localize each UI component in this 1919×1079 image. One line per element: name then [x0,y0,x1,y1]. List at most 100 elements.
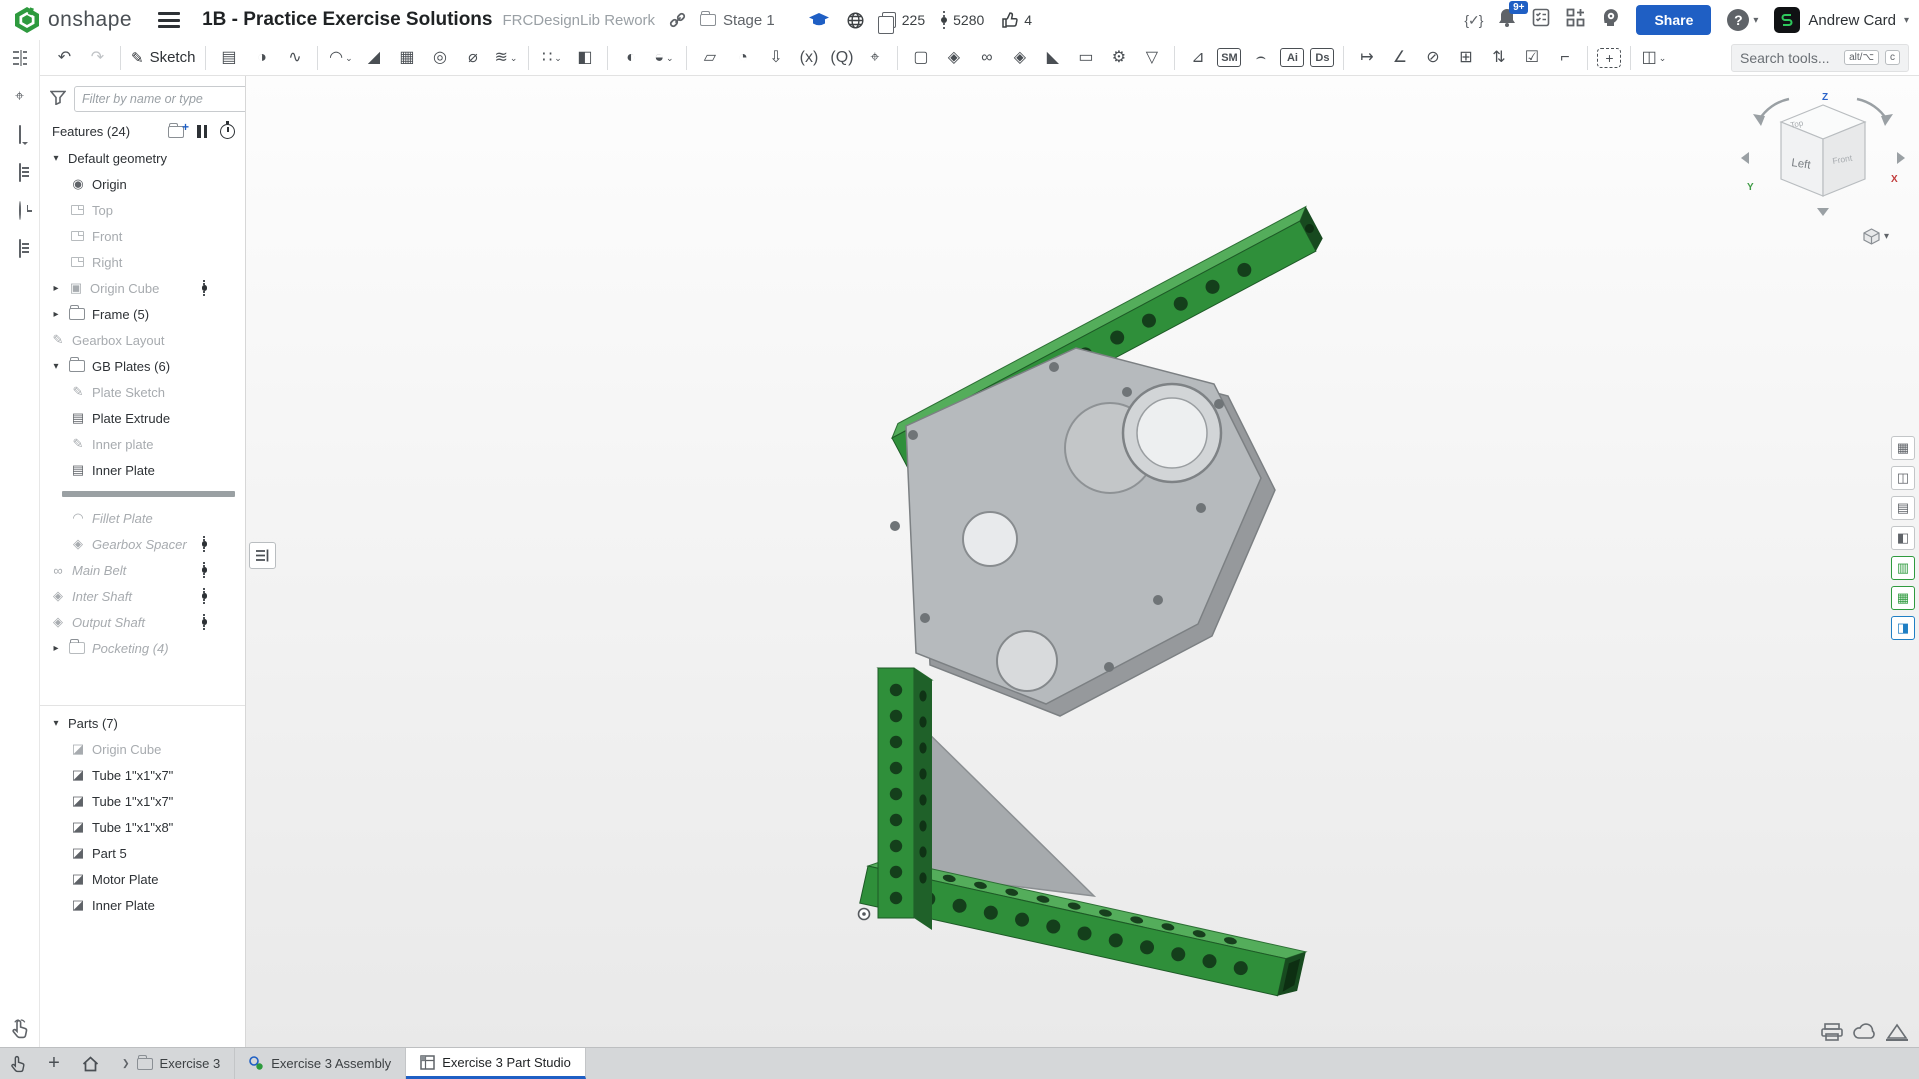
helix-icon[interactable]: ◔ [729,44,756,71]
custom-feature-icon[interactable]: ◈ [940,44,967,71]
filter-input[interactable] [74,86,246,112]
views-stat[interactable]: 5280 [943,11,984,29]
home-tab-icon[interactable] [72,1048,108,1079]
belt-tool-icon[interactable]: ∞ [973,44,1000,71]
ai-assistant-button[interactable] [1601,8,1620,32]
design-studio-icon[interactable]: Ds [1310,48,1334,67]
chevron-down-icon[interactable]: ⌄ [510,45,518,71]
feature-row-pocketing-folder[interactable]: ▸ Pocketing (4) [40,635,245,661]
configurations-panel-icon[interactable]: ◧ [1891,526,1915,550]
new-folder-icon[interactable] [168,126,184,138]
bom-panel-icon[interactable] [9,238,31,260]
part-row-inner-plate[interactable]: ◪ Inner Plate [40,892,245,918]
part-row-tube-1[interactable]: ◪ Tube 1"x1"x7" [40,762,245,788]
feature-list-panel-icon[interactable] [9,48,31,70]
chevron-collapsed-icon[interactable]: ▸ [50,283,62,294]
revolve-icon[interactable]: ◑ [248,44,275,71]
feature-row-default-geometry[interactable]: ▾ Default geometry [40,145,245,171]
materials-panel-icon[interactable]: ▦ [1891,586,1915,610]
feature-row-frame-folder[interactable]: ▸ Frame (5) [40,301,245,327]
export-icon[interactable]: ↦ [1353,44,1380,71]
feature-row-main-belt[interactable]: ∞ Main Belt [40,557,245,583]
feature-row-inner-plate-extrude[interactable]: ▤ Inner Plate [40,457,245,483]
part-row-motor-plate[interactable]: ◪ Motor Plate [40,866,245,892]
origin-marker-icon[interactable]: + [1597,48,1621,68]
sweep-icon[interactable]: ∿ [281,44,308,71]
help-menu[interactable]: ? ▾ [1727,9,1758,31]
wire-icon[interactable]: ⌐ [1551,44,1578,71]
feature-row-inter-shaft[interactable]: ◈ Inter Shaft [40,583,245,609]
vertical-tube-part[interactable] [878,668,932,930]
loft-icon[interactable]: ≋⌄ [492,44,519,71]
import-icon[interactable]: ⇩ [762,44,789,71]
onshape-logo-icon[interactable] [12,5,42,35]
parts-header-row[interactable]: ▾ Parts (7) [40,710,245,736]
likes-stat[interactable]: 4 [1002,12,1032,28]
part-row-origin-cube[interactable]: ◪ Origin Cube [40,736,245,762]
section-view-icon[interactable]: ◫⌄ [1640,44,1667,71]
chevron-down-icon[interactable]: ⌄ [554,45,562,71]
render-quality-icon[interactable] [1853,1023,1875,1041]
extrude-icon[interactable]: ▤ [215,44,242,71]
chevron-expanded-icon[interactable]: ▾ [50,153,62,164]
named-views-panel-icon[interactable]: ◫ [1891,466,1915,490]
tab-exercise-3-assembly[interactable]: Exercise 3 Assembly [235,1048,406,1079]
overflow-indicator[interactable] [203,562,207,578]
primitive-icon[interactable]: ▢ [907,44,934,71]
rollback-bar[interactable] [62,491,235,497]
gear-tool-icon[interactable]: ⚙ [1105,44,1132,71]
feature-row-gearbox-spacer[interactable]: ◈ Gearbox Spacer [40,531,245,557]
view-cube[interactable]: Top Left Front Z X Y ▾ [1739,90,1907,262]
tube-tool-icon[interactable]: ▭ [1072,44,1099,71]
chevron-collapsed-icon[interactable]: ▸ [50,309,62,320]
graphics-viewport[interactable]: Top Left Front Z X Y ▾ ▦ ◫ ▤ ◧ ▥ ▦ ◨ [246,76,1919,1047]
chevron-down-icon[interactable]: ⌄ [666,45,674,71]
hole-icon[interactable]: ◎ [426,44,453,71]
copies-stat[interactable]: 225 [882,12,925,28]
feature-row-inner-plate-sketch[interactable]: ✎ Inner plate [40,431,245,457]
release-notes-button[interactable] [1532,8,1550,32]
feature-statistics-icon[interactable] [220,124,235,139]
delete-face-icon[interactable]: ⊘ [1419,44,1446,71]
main-menu-icon[interactable] [158,12,180,28]
undo-icon[interactable]: ↶ [51,44,78,71]
chevron-right-icon[interactable]: ❯ [122,1058,130,1069]
new-tab-button[interactable]: + [36,1048,72,1079]
linear-pattern-icon[interactable]: ∷⌄ [538,44,565,71]
filter-icon[interactable] [50,90,66,108]
sheet-metal-model-icon[interactable]: SM [1217,48,1241,67]
pan-mode-icon[interactable] [0,1048,36,1079]
feature-row-plate-sketch[interactable]: ✎ Plate Sketch [40,379,245,405]
public-stat[interactable] [847,12,864,29]
sketch-check-icon[interactable]: ☑ [1518,44,1545,71]
part-row-tube-2[interactable]: ◪ Tube 1"x1"x7" [40,788,245,814]
feature-row-origin-cube[interactable]: ▸ ▣ Origin Cube [40,275,245,301]
fillet-icon[interactable]: ◠⌄ [327,44,354,71]
transform-icon[interactable]: ⇅ [1485,44,1512,71]
bend-icon[interactable]: ∠ [1386,44,1413,71]
feature-row-fillet-plate[interactable]: ◠ Fillet Plate [40,505,245,531]
shaft-tool-icon[interactable]: ◈ [1006,44,1033,71]
chevron-down-icon[interactable]: ⌄ [1659,45,1667,71]
overflow-indicator[interactable] [203,280,207,296]
chevron-expanded-icon[interactable]: ▾ [50,718,62,729]
gusset-tool-icon[interactable]: ◣ [1039,44,1066,71]
feature-row-output-shaft[interactable]: ◈ Output Shaft [40,609,245,635]
print-preview-icon[interactable] [1821,1023,1843,1041]
mate-connector-icon[interactable]: ⌖ [861,44,888,71]
split-icon[interactable]: ◒⌄ [650,44,677,71]
frc-library-panel-icon[interactable]: ▥ [1891,556,1915,580]
mirror-icon[interactable]: ◧ [571,44,598,71]
model-3d[interactable] [246,76,1919,1047]
apps-button[interactable] [1566,8,1585,32]
tab-exercise-3-part-studio[interactable]: Exercise 3 Part Studio [406,1048,586,1079]
variable-table-icon[interactable]: (Q) [828,44,855,71]
chevron-collapsed-icon[interactable]: ▸ [50,643,62,654]
chevron-down-icon[interactable]: ⌄ [345,45,353,71]
notes-panel-icon[interactable] [9,162,31,184]
boolean-icon[interactable]: ◐ [617,44,644,71]
appearance-panel-icon[interactable]: ▦ [1891,436,1915,460]
variable-icon[interactable]: (x) [795,44,822,71]
feature-row-gearbox-layout[interactable]: ✎ Gearbox Layout [40,327,245,353]
featurescript-check-icon[interactable]: {✓} [1464,12,1482,29]
